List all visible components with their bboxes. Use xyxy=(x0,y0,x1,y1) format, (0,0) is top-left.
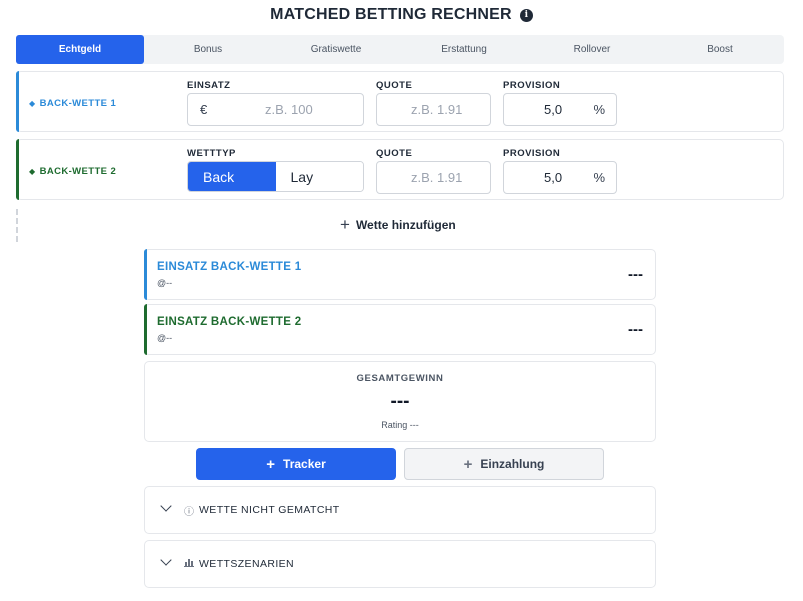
stake-placeholder: z.B. 100 xyxy=(265,102,313,117)
mode-tabs: Echtgeld Bonus Gratiswette Erstattung Ro… xyxy=(16,35,784,64)
tab-boost[interactable]: Boost xyxy=(656,35,784,64)
bet-card-1: ◆ BACK-WETTE 1 EINSATZ € z.B. 100 QUOTE … xyxy=(16,71,784,132)
result-1-odds: @-- xyxy=(157,278,173,288)
info-icon[interactable]: i xyxy=(519,8,533,22)
bet-card-2: ◆ BACK-WETTE 2 WETTTYP Back Lay QUOTE z.… xyxy=(16,139,784,200)
add-bet-button[interactable]: + Wette hinzufügen xyxy=(340,216,456,233)
accordion-unmatched[interactable]: ⓘ WETTE NICHT GEMATCHT xyxy=(144,486,656,534)
bet-1-label: ◆ BACK-WETTE 1 xyxy=(29,98,116,109)
deposit-button[interactable]: + Einzahlung xyxy=(404,448,604,480)
result-1-title: EINSATZ BACK-WETTE 1 xyxy=(157,261,302,273)
tracker-label: Tracker xyxy=(283,457,326,471)
bet-type-back[interactable]: Back xyxy=(188,162,276,191)
chevron-down-icon xyxy=(160,554,172,566)
result-2-odds: @-- xyxy=(157,333,173,343)
page-title: MATCHED BETTING RECHNER xyxy=(270,6,512,23)
chevron-down-icon xyxy=(160,500,172,512)
stake-label: EINSATZ xyxy=(187,80,231,91)
odds-placeholder-2: z.B. 1.91 xyxy=(411,170,463,185)
percent-icon: % xyxy=(593,170,605,185)
commission-value-2: 5,0 xyxy=(544,170,563,185)
plus-icon: + xyxy=(463,455,473,473)
bet-2-accent xyxy=(16,139,19,200)
commission-label-2: PROVISION xyxy=(503,148,561,159)
result-card-1: EINSATZ BACK-WETTE 1 @-- --- xyxy=(144,249,656,300)
tracker-button[interactable]: + Tracker xyxy=(196,448,396,480)
accordion-scenarios[interactable]: WETTSZENARIEN xyxy=(144,540,656,588)
commission-label-1: PROVISION xyxy=(503,80,561,91)
total-profit-card: GESAMTGEWINN --- Rating --- xyxy=(144,361,656,442)
diamond-icon: ◆ xyxy=(29,167,36,176)
tab-rollover[interactable]: Rollover xyxy=(528,35,656,64)
result-2-title: EINSATZ BACK-WETTE 2 xyxy=(157,316,302,328)
odds-label-1: QUOTE xyxy=(376,80,413,91)
result-1-accent xyxy=(144,249,147,300)
info-circle-icon: ⓘ xyxy=(184,506,194,518)
plus-icon: + xyxy=(340,215,350,234)
result-2-accent xyxy=(144,304,147,355)
accordion-scenarios-title: WETTSZENARIEN xyxy=(199,558,295,570)
plus-icon: + xyxy=(266,455,276,473)
bar-chart-icon xyxy=(184,558,194,570)
add-bet-label: Wette hinzufügen xyxy=(355,217,456,232)
deposit-label: Einzahlung xyxy=(480,457,545,471)
bet-1-title: BACK-WETTE 1 xyxy=(39,98,117,109)
tab-gratiswette[interactable]: Gratiswette xyxy=(272,35,400,64)
page-header: MATCHED BETTING RECHNER i xyxy=(0,6,803,24)
odds-placeholder-1: z.B. 1.91 xyxy=(411,102,463,117)
bet-2-title: BACK-WETTE 2 xyxy=(39,166,117,177)
stake-input[interactable]: € z.B. 100 xyxy=(187,93,364,126)
commission-value-1: 5,0 xyxy=(544,102,563,117)
divider-dashed xyxy=(16,209,18,242)
odds-input-1[interactable]: z.B. 1.91 xyxy=(376,93,491,126)
odds-label-2: QUOTE xyxy=(376,148,413,159)
total-profit-value: --- xyxy=(390,391,410,412)
bet-1-accent xyxy=(16,71,19,132)
odds-input-2[interactable]: z.B. 1.91 xyxy=(376,161,491,194)
accordion-unmatched-title: WETTE NICHT GEMATCHT xyxy=(199,504,340,516)
rating-text: Rating --- xyxy=(381,420,419,430)
commission-input-1[interactable]: 5,0 % xyxy=(503,93,617,126)
tab-bonus[interactable]: Bonus xyxy=(144,35,272,64)
result-2-value: --- xyxy=(628,321,643,338)
result-card-2: EINSATZ BACK-WETTE 2 @-- --- xyxy=(144,304,656,355)
tab-echtgeld[interactable]: Echtgeld xyxy=(16,35,144,64)
tab-erstattung[interactable]: Erstattung xyxy=(400,35,528,64)
commission-input-2[interactable]: 5,0 % xyxy=(503,161,617,194)
percent-icon: % xyxy=(593,102,605,117)
bet-2-label: ◆ BACK-WETTE 2 xyxy=(29,166,116,177)
result-1-value: --- xyxy=(628,266,643,283)
total-profit-label: GESAMTGEWINN xyxy=(356,373,444,384)
bet-type-label: WETTTYP xyxy=(187,148,236,159)
bet-type-toggle: Back Lay xyxy=(187,161,364,192)
diamond-icon: ◆ xyxy=(29,99,36,108)
euro-icon: € xyxy=(200,102,208,117)
bet-type-lay[interactable]: Lay xyxy=(275,162,363,191)
